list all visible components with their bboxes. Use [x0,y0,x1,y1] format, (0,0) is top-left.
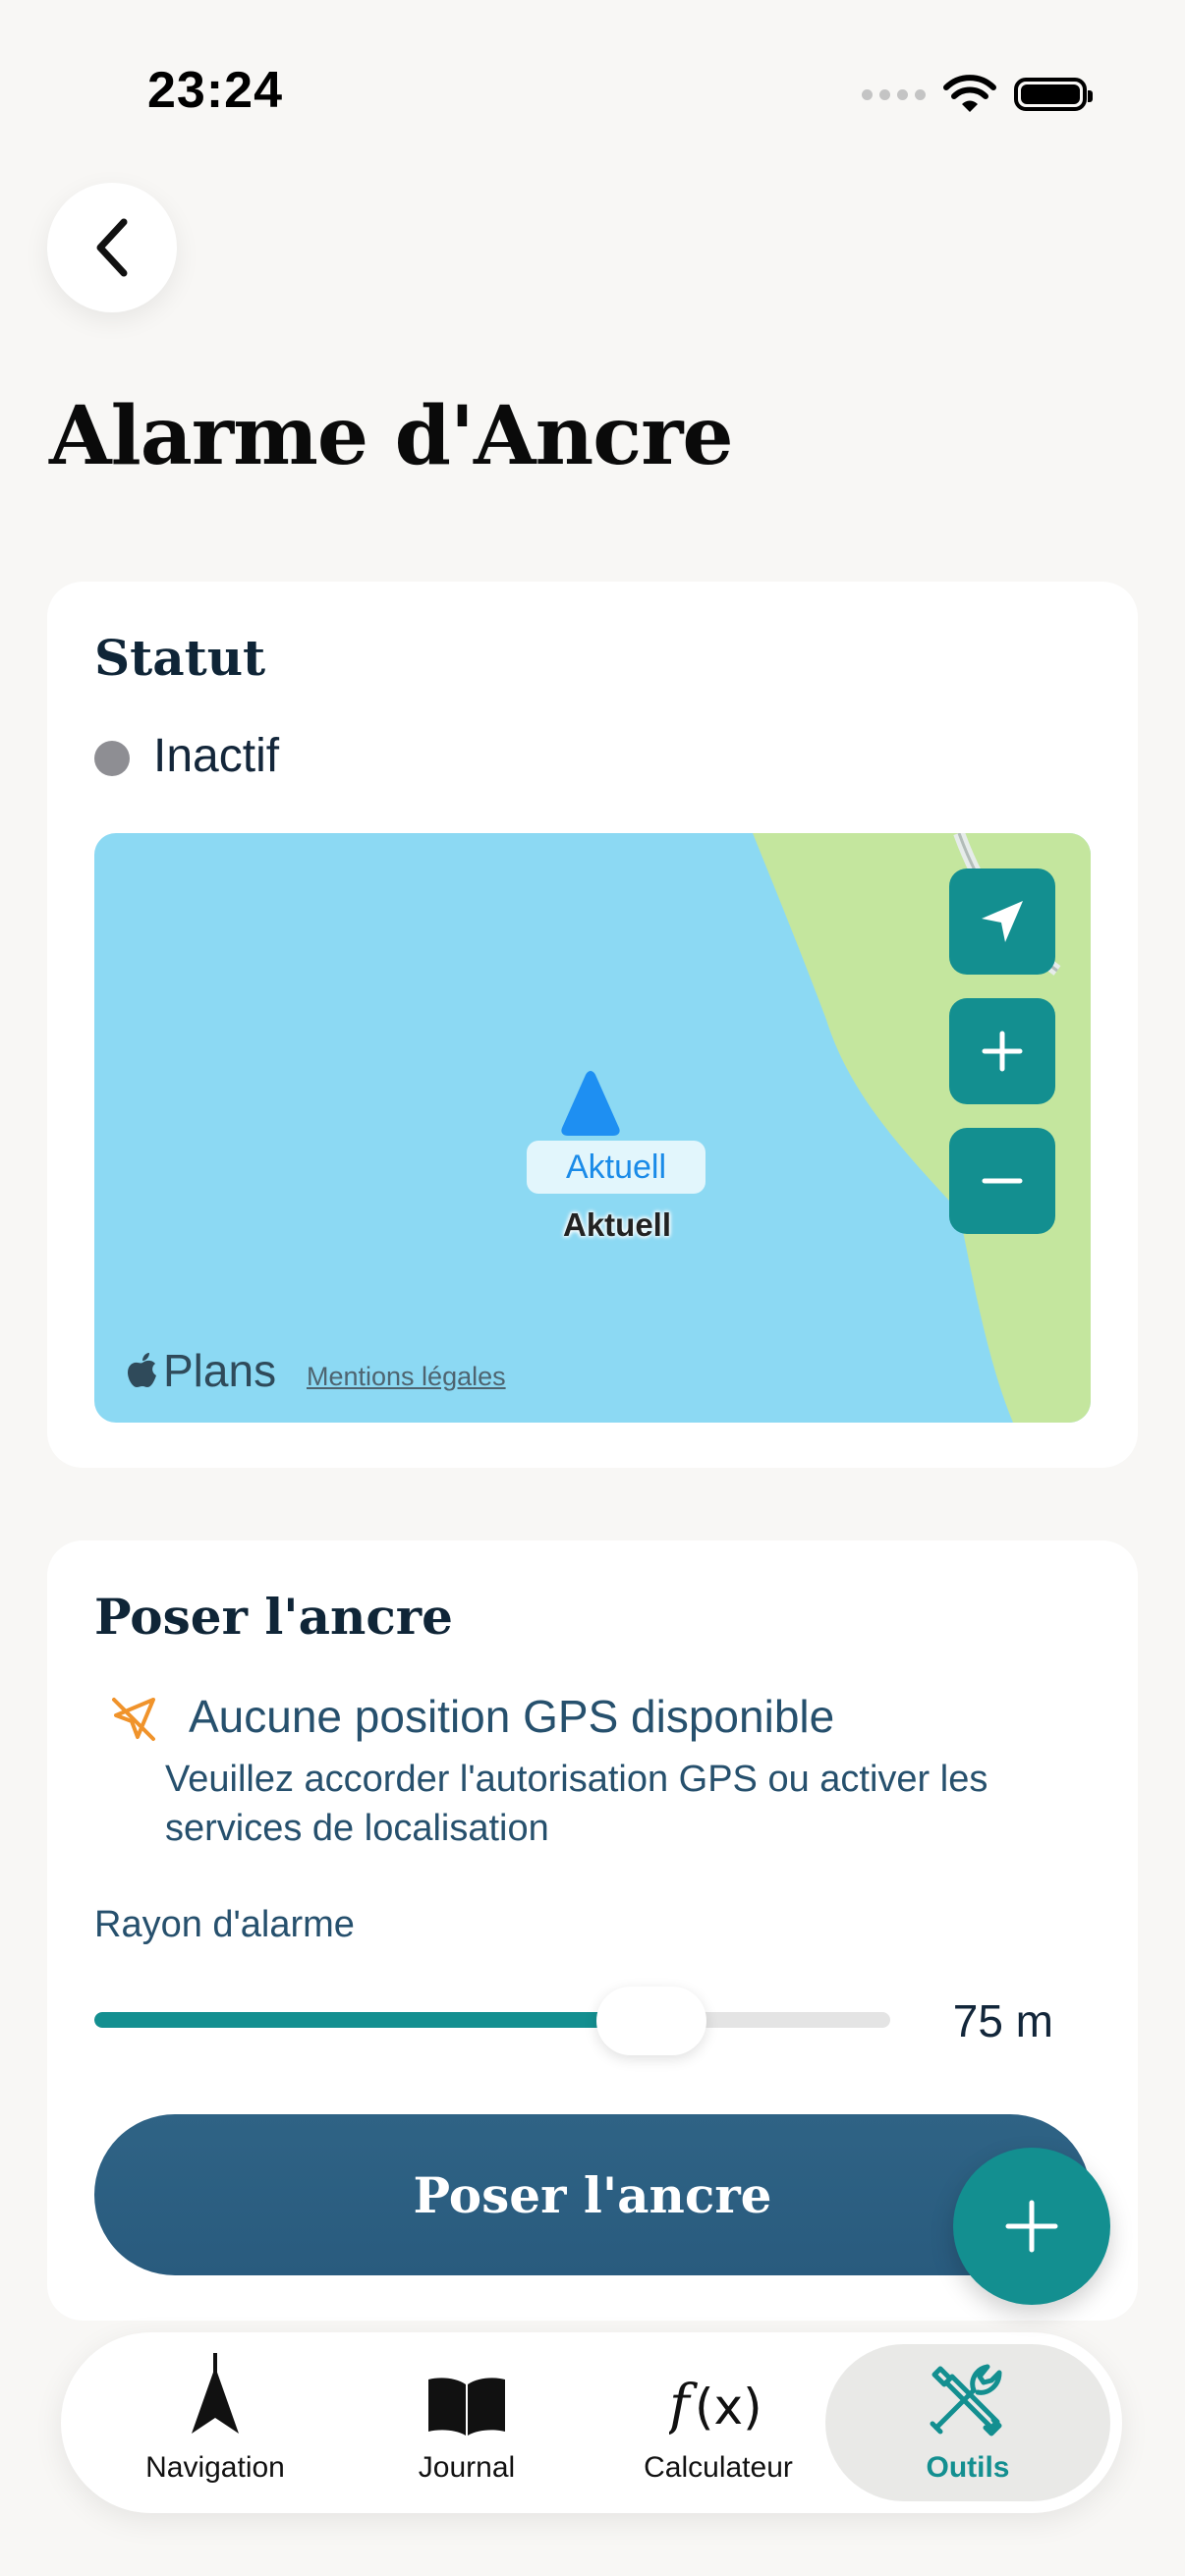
anchor-card-title: Poser l'ancre [94,1588,453,1646]
signal-dots-icon [862,88,926,100]
map-view[interactable]: Aktuell Aktuell Plans Mentions légales [94,833,1091,1423]
slider-fill [94,2012,651,2028]
plus-icon [982,1031,1023,1072]
tab-calculator[interactable]: f (x) Calculateur [595,2332,841,2513]
map-brand: Plans [126,1344,276,1397]
map-brand-label: Plans [163,1345,277,1396]
status-icons [862,69,1093,120]
location-off-icon [112,1698,155,1741]
tab-navigation-label: Navigation [145,2451,285,2484]
zoom-out-button[interactable] [949,1128,1055,1234]
tab-navigation[interactable]: Navigation [92,2332,338,2513]
slider-thumb[interactable] [596,1987,706,2055]
alarm-radius-label: Rayon d'alarme [94,1904,355,1945]
add-button[interactable] [953,2148,1110,2305]
navigation-icon [192,2353,239,2434]
status-card-title: Statut [94,629,266,687]
svg-text:(x): (x) [695,2379,762,2436]
minus-icon [982,1178,1023,1184]
function-icon: f (x) [669,2375,762,2437]
tab-journal[interactable]: Journal [344,2332,590,2513]
gps-status-description: Veuillez accorder l'autorisation GPS ou … [165,1759,988,1849]
back-button[interactable] [47,183,177,312]
status-time: 23:24 [147,62,283,119]
tools-icon [930,2364,1002,2436]
drop-anchor-button[interactable]: Poser l'ancre [94,2114,1091,2275]
status-text: Inactif [153,730,280,782]
legal-notice-link[interactable]: Mentions légales [307,1362,506,1392]
tab-tools[interactable]: Outils [825,2344,1110,2501]
wifi-icon [943,75,996,112]
alarm-radius-slider[interactable] [94,2012,890,2028]
page-title: Alarme d'Ancre [49,389,734,483]
alarm-radius-value: 75 m [952,1995,1053,2046]
gps-status-title: Aucune position GPS disponible [189,1691,835,1742]
apple-logo-icon [128,1353,156,1387]
status-indicator [94,741,130,776]
location-pin-icon [561,1071,620,1136]
pin-label: Aktuell [527,1141,705,1194]
recenter-location-button[interactable] [949,868,1055,975]
zoom-in-button[interactable] [949,998,1055,1104]
chevron-left-icon [96,218,128,277]
tab-journal-label: Journal [418,2451,516,2484]
plus-icon [1005,2200,1058,2253]
book-icon [428,2378,505,2436]
pin-caption: Aktuell [562,1206,672,1243]
tab-bar: Navigation Journal f (x) Calculateur Out… [61,2332,1122,2513]
battery-icon [1014,78,1093,111]
tab-calculator-label: Calculateur [644,2451,793,2484]
location-arrow-icon [982,901,1023,942]
tab-tools-label: Outils [926,2451,1010,2484]
